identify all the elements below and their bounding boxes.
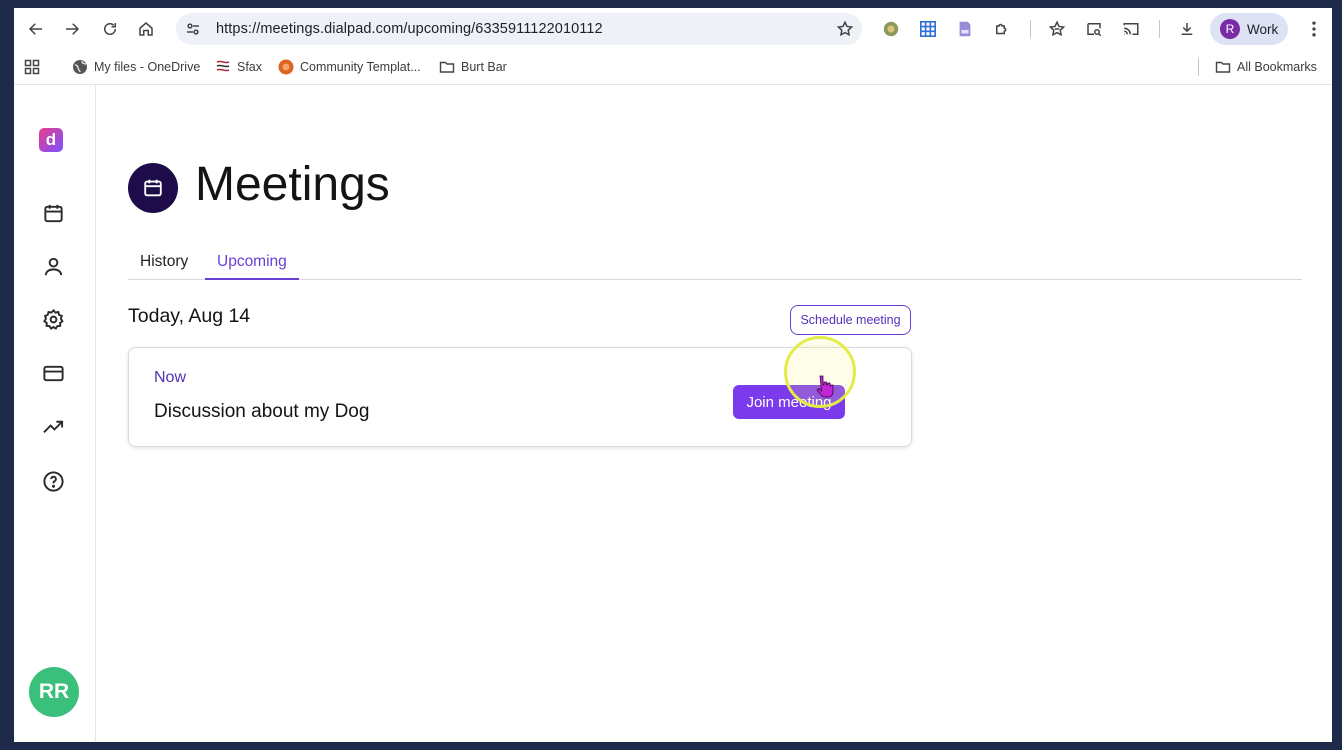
extension-globe-icon[interactable]: [881, 19, 901, 39]
reading-list-star-icon[interactable]: [1047, 19, 1067, 39]
tab-history[interactable]: History: [128, 253, 200, 278]
dialpad-meetings-app: d RR Meetings History Upcoming Today, Au…: [14, 85, 1332, 742]
browser-toolbar: https://meetings.dialpad.com/upcoming/63…: [14, 8, 1332, 50]
apps-grid-icon[interactable]: [24, 58, 46, 76]
bookmark-label: Sfax: [237, 60, 263, 74]
folder-icon: [1215, 59, 1231, 75]
card-icon[interactable]: [41, 361, 65, 385]
bookmark-sfax[interactable]: Sfax: [215, 58, 262, 76]
cast-icon[interactable]: [1121, 19, 1141, 39]
calendar-icon[interactable]: [41, 201, 65, 225]
profile-button[interactable]: R Work: [1210, 13, 1288, 45]
bookmark-label: Burt Bar: [461, 60, 507, 74]
user-avatar[interactable]: RR: [29, 667, 79, 717]
browser-window: https://meetings.dialpad.com/upcoming/63…: [14, 8, 1332, 742]
dialpad-logo[interactable]: d: [39, 128, 63, 152]
home-icon[interactable]: [134, 17, 158, 41]
more-menu-icon[interactable]: [1304, 19, 1324, 39]
sfax-icon: [215, 59, 231, 75]
meetings-calendar-icon: [128, 163, 178, 213]
help-icon[interactable]: [41, 469, 65, 493]
bookmark-star-icon[interactable]: [836, 20, 854, 38]
meeting-tabs: History Upcoming: [128, 253, 1302, 280]
extensions-puzzle-icon[interactable]: [992, 19, 1012, 39]
bookmark-burt-bar[interactable]: Burt Bar: [439, 58, 507, 76]
main-content: Meetings History Upcoming Today, Aug 14 …: [96, 85, 1332, 742]
community-icon: [278, 59, 294, 75]
tab-upcoming[interactable]: Upcoming: [205, 253, 299, 280]
gear-icon[interactable]: [41, 307, 65, 331]
trending-icon[interactable]: [41, 415, 65, 439]
folder-icon: [439, 59, 455, 75]
date-heading: Today, Aug 14: [128, 305, 251, 327]
bookmarks-divider: [1198, 58, 1199, 76]
address-bar[interactable]: https://meetings.dialpad.com/upcoming/63…: [176, 13, 862, 45]
globe-icon: [72, 59, 88, 75]
reload-icon[interactable]: [98, 17, 122, 41]
side-navigation: d RR: [14, 85, 96, 742]
site-settings-icon[interactable]: [184, 20, 202, 38]
search-tab-icon[interactable]: [1084, 19, 1104, 39]
toolbar-divider: [1159, 20, 1160, 38]
bookmark-onedrive[interactable]: My files - OneDrive: [72, 58, 200, 76]
url-text[interactable]: https://meetings.dialpad.com/upcoming/63…: [216, 21, 603, 37]
extension-document-icon[interactable]: [955, 19, 975, 39]
bookmark-community-templates[interactable]: Community Templat...: [278, 58, 421, 76]
download-icon[interactable]: [1177, 19, 1197, 39]
person-icon[interactable]: [41, 254, 65, 278]
bookmark-label: Community Templat...: [300, 60, 421, 74]
forward-icon[interactable]: [60, 17, 84, 41]
bookmark-label: My files - OneDrive: [94, 60, 201, 74]
bookmarks-bar: My files - OneDrive Sfax Community Templ…: [14, 50, 1332, 85]
extension-grid-icon[interactable]: [918, 19, 938, 39]
all-bookmarks-button[interactable]: All Bookmarks: [1215, 58, 1317, 76]
toolbar-divider: [1030, 20, 1031, 38]
meeting-time: Now: [154, 369, 187, 386]
page-title: Meetings: [195, 158, 390, 211]
back-icon[interactable]: [24, 17, 48, 41]
profile-avatar: R: [1220, 19, 1240, 39]
schedule-meeting-button[interactable]: Schedule meeting: [790, 305, 911, 335]
meeting-title: Discussion about my Dog: [154, 401, 370, 422]
profile-label: Work: [1247, 21, 1279, 37]
all-bookmarks-label: All Bookmarks: [1237, 60, 1317, 74]
hand-cursor-icon: [816, 375, 834, 398]
